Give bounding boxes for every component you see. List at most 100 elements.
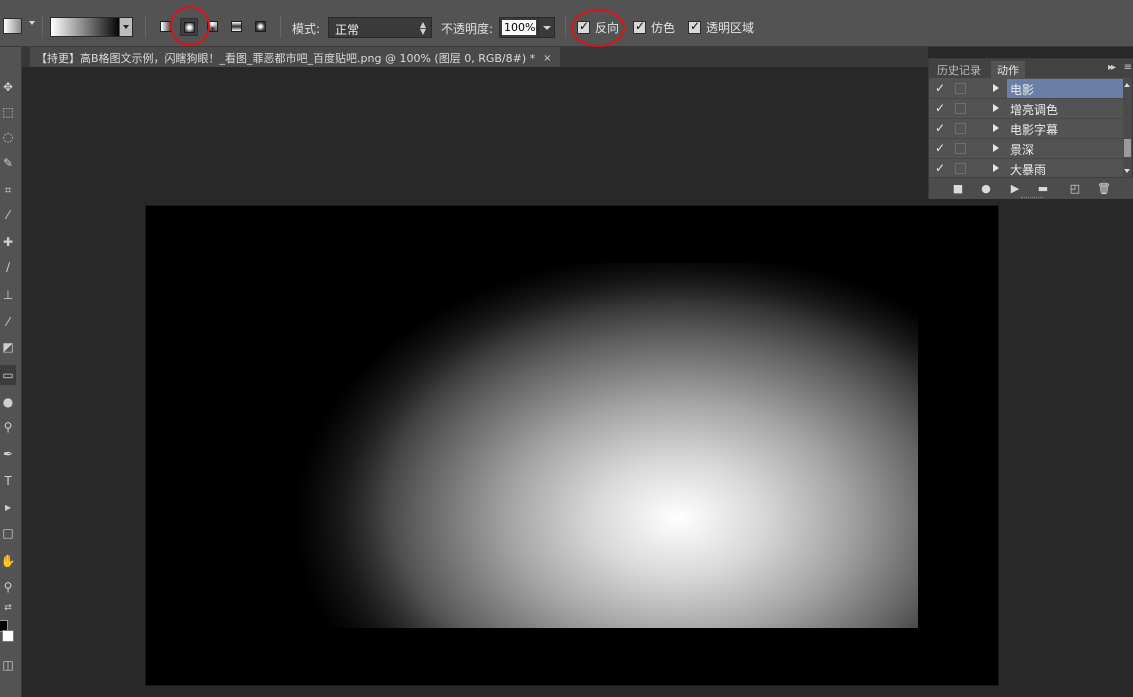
panel-menu-icon[interactable]: ≡ xyxy=(1124,62,1132,73)
quick-mask-icon[interactable]: ◫ xyxy=(0,655,16,675)
actions-list: ✓ 电影 ✓ 增亮调色 ✓ 电影字幕 ✓ 景深 ✓ 大暴雨 xyxy=(929,79,1125,177)
history-brush-tool-icon[interactable]: ⁄ xyxy=(0,312,16,332)
path-select-tool-icon[interactable]: ▸ xyxy=(0,497,16,517)
zoom-tool-icon[interactable]: ⚲ xyxy=(0,577,16,597)
resize-grip[interactable] xyxy=(1021,197,1043,200)
gradient-tool-icon[interactable]: ▭ xyxy=(0,365,16,385)
gradient-picker-dropdown[interactable] xyxy=(119,18,132,36)
angle-gradient-button[interactable] xyxy=(204,18,222,36)
toolbox: ✥ ⬚ ◌ ✎ ⌗ ⁄ ✚ ∕ ⊥ ⁄ ◩ ▭ ● ⚲ ✒ T ▸ □ ✋ ⚲ … xyxy=(0,47,22,697)
list-item[interactable]: ✓ 景深 xyxy=(929,139,1125,159)
toggle-check-icon[interactable]: ✓ xyxy=(935,121,945,135)
crop-tool-icon[interactable]: ⌗ xyxy=(0,180,16,200)
mode-value: 正常 xyxy=(335,23,360,37)
brush-tool-icon[interactable]: ∕ xyxy=(0,257,16,277)
action-name[interactable]: 增亮调色 xyxy=(1007,99,1123,118)
document-tab[interactable]: 【持更】高B格图文示例，闪瞎狗眼！_看图_罪恶都市吧_百度贴吧.png @ 10… xyxy=(30,47,560,67)
toggle-check-icon[interactable]: ✓ xyxy=(935,141,945,155)
swap-colors-icon[interactable]: ⇄ xyxy=(0,598,16,618)
tool-preset-picker[interactable] xyxy=(3,18,22,34)
actions-scrollbar[interactable] xyxy=(1123,79,1132,177)
record-icon[interactable]: ● xyxy=(979,182,993,196)
opacity-input[interactable] xyxy=(502,20,536,35)
list-item[interactable]: ✓ 增亮调色 xyxy=(929,99,1125,119)
healing-brush-tool-icon[interactable]: ✚ xyxy=(0,232,16,252)
eyedropper-tool-icon[interactable]: ⁄ xyxy=(0,205,16,225)
reflected-gradient-button[interactable] xyxy=(228,18,246,36)
trash-icon[interactable]: 🗑 xyxy=(1097,182,1111,196)
checkbox-check-icon[interactable] xyxy=(577,19,590,34)
stop-icon[interactable]: ■ xyxy=(951,182,965,196)
shape-tool-icon[interactable]: □ xyxy=(0,523,16,543)
action-name[interactable]: 景深 xyxy=(1007,139,1123,158)
dialog-toggle-box[interactable] xyxy=(955,163,966,174)
dither-checkbox[interactable]: 仿色 xyxy=(633,19,675,35)
checkbox-check-icon[interactable] xyxy=(688,19,701,34)
list-item[interactable]: ✓ 电影 xyxy=(929,79,1125,99)
dodge-tool-icon[interactable]: ⚲ xyxy=(0,417,16,437)
expand-triangle-icon[interactable] xyxy=(993,124,999,132)
quick-select-tool-icon[interactable]: ✎ xyxy=(0,153,16,173)
toggle-check-icon[interactable]: ✓ xyxy=(935,161,945,175)
document-canvas[interactable] xyxy=(146,206,998,685)
background-color-swatch[interactable] xyxy=(2,630,14,642)
dialog-toggle-box[interactable] xyxy=(955,103,966,114)
move-tool-icon[interactable]: ✥ xyxy=(0,77,16,97)
linear-gradient-button[interactable] xyxy=(157,18,175,36)
play-icon[interactable]: ▶ xyxy=(1008,182,1022,196)
reverse-checkbox[interactable]: 反向 xyxy=(577,19,619,35)
new-set-folder-icon[interactable]: ▬ xyxy=(1036,182,1050,196)
expand-triangle-icon[interactable] xyxy=(993,84,999,92)
document-tab-bar: 【持更】高B格图文示例，闪瞎狗眼！_看图_罪恶都市吧_百度贴吧.png @ 10… xyxy=(22,47,928,67)
pen-tool-icon[interactable]: ✒ xyxy=(0,444,16,464)
close-icon[interactable]: × xyxy=(543,53,551,64)
list-item[interactable]: ✓ 大暴雨 xyxy=(929,159,1125,177)
action-name[interactable]: 电影 xyxy=(1007,79,1123,98)
chevron-down-icon[interactable] xyxy=(29,21,35,25)
panel-tab-strip: 历史记录 动作 ▸▸ ≡ xyxy=(929,59,1133,78)
linear-gradient-icon xyxy=(160,21,171,32)
divider xyxy=(42,16,43,38)
new-action-icon[interactable]: ◰ xyxy=(1068,182,1082,196)
marquee-tool-icon[interactable]: ⬚ xyxy=(0,102,16,122)
blur-tool-icon[interactable]: ● xyxy=(0,392,16,412)
eraser-tool-icon[interactable]: ◩ xyxy=(0,337,16,357)
toggle-check-icon[interactable]: ✓ xyxy=(935,81,945,95)
type-tool-icon[interactable]: T xyxy=(0,471,16,491)
expand-triangle-icon[interactable] xyxy=(993,104,999,112)
hand-tool-icon[interactable]: ✋ xyxy=(0,551,16,571)
dialog-toggle-box[interactable] xyxy=(955,83,966,94)
gradient-editor-swatch[interactable] xyxy=(50,17,133,37)
dither-label: 仿色 xyxy=(651,20,676,35)
action-name[interactable]: 电影字幕 xyxy=(1007,119,1123,138)
clone-stamp-tool-icon[interactable]: ⊥ xyxy=(0,285,16,305)
action-name[interactable]: 大暴雨 xyxy=(1007,159,1123,177)
dialog-toggle-box[interactable] xyxy=(955,143,966,154)
diamond-gradient-button[interactable] xyxy=(252,18,270,36)
list-item[interactable]: ✓ 电影字幕 xyxy=(929,119,1125,139)
opacity-slider-dropdown[interactable] xyxy=(538,18,554,37)
collapse-panel-icon[interactable]: ▸▸ xyxy=(1108,62,1116,73)
tab-history[interactable]: 历史记录 xyxy=(931,61,987,78)
expand-triangle-icon[interactable] xyxy=(993,144,999,152)
transparency-label: 透明区域 xyxy=(706,20,755,35)
transparency-checkbox[interactable]: 透明区域 xyxy=(688,19,754,35)
toggle-check-icon[interactable]: ✓ xyxy=(935,101,945,115)
opacity-label: 不透明度: xyxy=(441,22,494,36)
mode-select[interactable]: 正常 ▲ ▼ xyxy=(328,17,432,38)
radial-gradient-button[interactable] xyxy=(180,18,198,36)
menu-bar xyxy=(0,0,1133,7)
options-bar: 模式: 正常 ▲▼ 不透明度: 反向 仿色 透明区域 xyxy=(0,7,1133,47)
scroll-up-icon[interactable] xyxy=(1124,83,1130,87)
updown-chevron-icon: ▲ ▼ xyxy=(419,20,426,36)
expand-triangle-icon[interactable] xyxy=(993,164,999,172)
tab-actions[interactable]: 动作 xyxy=(991,61,1025,78)
opacity-control[interactable] xyxy=(499,17,555,38)
lasso-tool-icon[interactable]: ◌ xyxy=(0,127,16,147)
reverse-label: 反向 xyxy=(595,20,620,35)
checkbox-check-icon[interactable] xyxy=(633,19,646,34)
scroll-down-icon[interactable] xyxy=(1124,169,1130,173)
mode-label: 模式: xyxy=(292,22,321,36)
scroll-thumb[interactable] xyxy=(1124,139,1131,157)
dialog-toggle-box[interactable] xyxy=(955,123,966,134)
